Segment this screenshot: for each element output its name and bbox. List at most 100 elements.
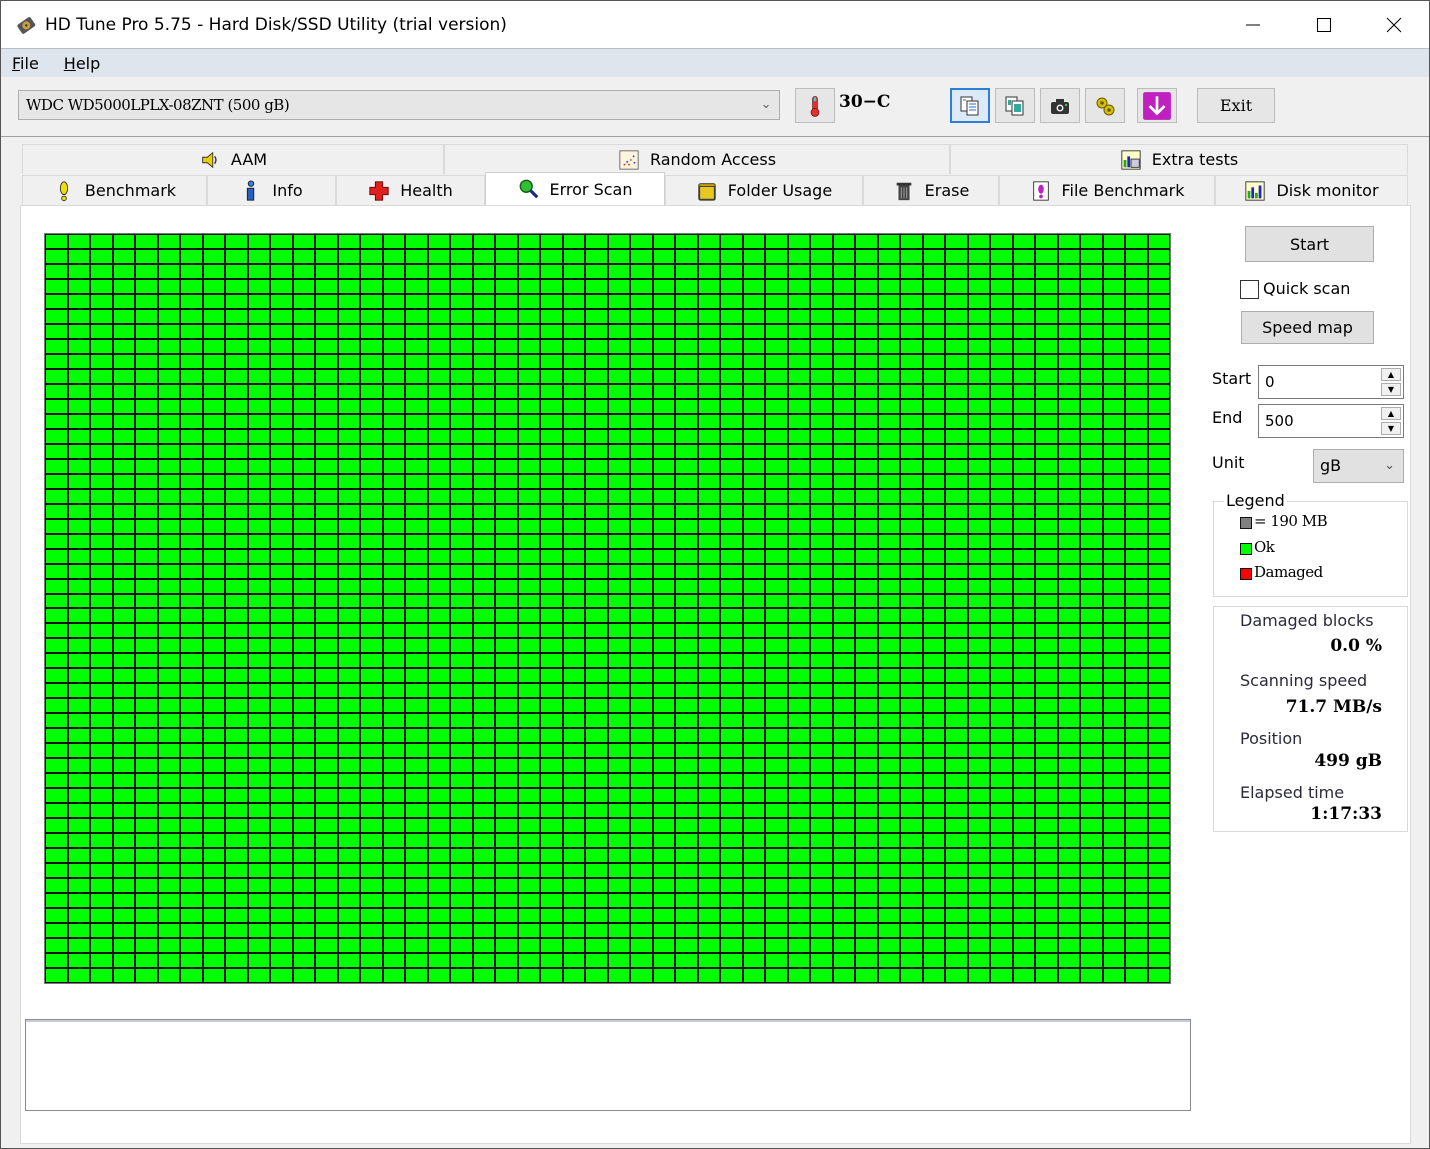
scan-block [270,578,293,594]
tab-file-benchmark[interactable]: File Benchmark [999,175,1215,205]
scan-block [180,728,203,744]
scan-block [675,923,698,939]
scan-block [405,668,428,684]
scan-block [1057,878,1080,894]
menu-file[interactable]: File [12,54,39,73]
scan-block [517,773,540,789]
scan-block [652,653,675,669]
scan-block [67,518,90,534]
scan-block [1057,623,1080,639]
scan-block [292,548,315,564]
copy-image-button[interactable] [995,88,1035,123]
scan-block [697,953,720,969]
scan-block [787,863,810,879]
quick-scan-checkbox[interactable] [1240,280,1259,299]
scan-block [270,533,293,549]
tab-extra-tests[interactable]: Extra tests [950,144,1408,174]
scan-block [180,338,203,354]
close-button[interactable] [1359,1,1429,48]
scan-block [1147,263,1170,279]
scan-block [337,398,360,414]
screenshot-button[interactable] [1040,88,1080,123]
menu-help[interactable]: Help [64,54,100,73]
maximize-button[interactable] [1289,1,1359,48]
scan-block [562,488,585,504]
scan-block [765,518,788,534]
scan-block [157,848,180,864]
unit-select[interactable]: gB ⌄ [1313,449,1404,483]
scan-block [337,668,360,684]
tab-random-access[interactable]: Random Access [444,144,950,174]
log-box [25,1019,1191,1111]
start-scan-button[interactable]: Start [1245,226,1374,262]
scan-block [360,443,383,459]
scan-block [900,368,923,384]
scan-block [202,803,225,819]
scan-block [877,278,900,294]
tab-benchmark[interactable]: Benchmark [22,175,207,205]
scan-block [337,458,360,474]
scan-block [337,908,360,924]
scan-block [832,668,855,684]
tab-error-scan[interactable]: Error Scan [485,172,665,205]
scan-block [157,398,180,414]
tab-erase[interactable]: Erase [863,175,999,205]
spin-up-icon[interactable]: ▲ [1381,368,1401,381]
tab-folder-usage[interactable]: Folder Usage [665,175,863,205]
scan-block [135,848,158,864]
scan-block [112,428,135,444]
scan-block [427,248,450,264]
scan-block [1125,623,1148,639]
scan-block [382,548,405,564]
drive-select[interactable]: WDC WD5000LPLX-08ZNT (500 gB) ⌄ [18,90,780,120]
scan-block [427,398,450,414]
spin-down-icon[interactable]: ▼ [1381,422,1401,435]
scan-block [540,728,563,744]
scan-block [787,668,810,684]
scan-block [1147,608,1170,624]
scan-block [1147,848,1170,864]
copy-text-button[interactable] [950,88,990,123]
scan-block [1035,608,1058,624]
scan-block [562,323,585,339]
scan-block [562,878,585,894]
spin-down-icon[interactable]: ▼ [1381,383,1401,396]
tab-info[interactable]: Info [207,175,336,205]
scan-block [157,608,180,624]
end-position-input[interactable]: 500 ▲ ▼ [1258,404,1404,438]
start-position-input[interactable]: 0 ▲ ▼ [1258,365,1404,399]
spin-up-icon[interactable]: ▲ [1381,407,1401,420]
scan-block [472,263,495,279]
tab-disk-monitor[interactable]: Disk monitor [1215,175,1408,205]
tab-aam[interactable]: AAM [22,144,444,174]
scan-block [45,308,68,324]
exit-button[interactable]: Exit [1197,88,1275,123]
tab-health[interactable]: Health [336,175,485,205]
scan-block [112,413,135,429]
scan-block [247,938,270,954]
scan-block [1080,818,1103,834]
scan-block [945,398,968,414]
scan-block [675,788,698,804]
scan-block [697,263,720,279]
scan-block [45,533,68,549]
scan-block [832,443,855,459]
options-button[interactable] [1085,88,1125,123]
scan-block [1147,488,1170,504]
scan-block [270,368,293,384]
scan-block-grid [44,233,1171,984]
minimize-button[interactable] [1218,1,1288,48]
scan-block [1057,833,1080,849]
temperature-button[interactable] [795,88,835,123]
save-button[interactable] [1137,88,1177,123]
scan-block [45,593,68,609]
scan-block [202,338,225,354]
scan-block [495,458,518,474]
scan-block [855,338,878,354]
scan-block [720,968,743,983]
speed-map-button[interactable]: Speed map [1241,311,1374,344]
scan-block [135,728,158,744]
scan-block [720,623,743,639]
scan-block [810,923,833,939]
scan-block [990,353,1013,369]
